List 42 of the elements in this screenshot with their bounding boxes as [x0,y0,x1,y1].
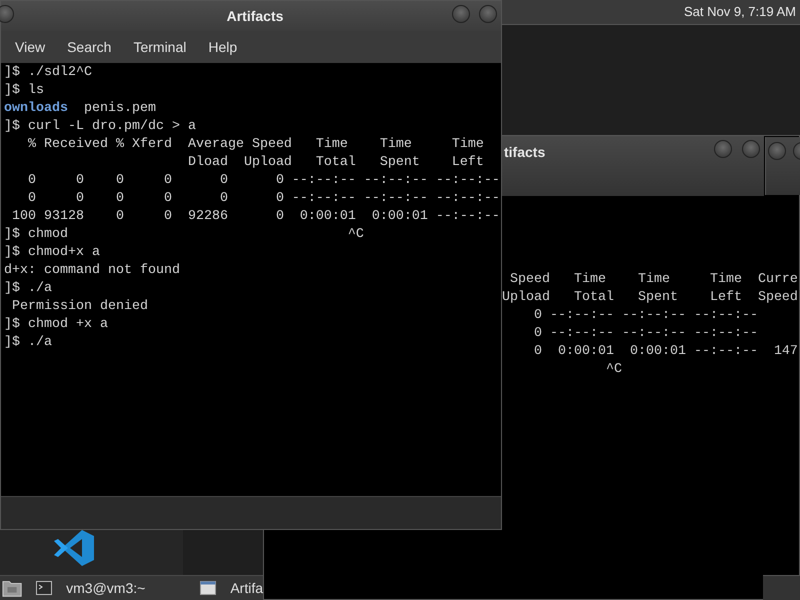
window-title: Artifacts [226,6,284,26]
terminal-line: Upload Total Spent Left Speed [502,289,798,307]
menu-item[interactable]: Terminal [129,36,190,58]
terminal-line: 0 0 0 0 0 0 --:--:-- --:--:-- --:--:-- [26,190,500,208]
terminal-line: 100 93128 0 0 92286 0 0:00:01 0:00:01 --:--:-- [10,208,500,226]
terminal-line: Speed Time Time Time Curre [508,271,798,289]
terminal-line: ]$ ./a [4,280,52,298]
menu-item[interactable]: View [11,36,50,58]
terminal-line: % Received % Xferd Average Speed Time Time Time [26,136,484,154]
terminal-line: 0 --:--:-- --:--:-- --:--:-- [532,307,758,325]
window-button[interactable] [742,140,760,158]
terminal-line: ]$ chmod+x a [4,244,100,262]
terminal-line: ]$ ./sdl2^C [4,64,92,82]
terminal-line: 0 0:00:01 0:00:01 --:--:-- 147 [532,343,798,361]
clock: Sat Nov 9, 7:19 AM [684,3,796,22]
window-button[interactable] [714,140,732,158]
menu-item[interactable]: Help [204,36,242,58]
terminal-icon [36,581,52,595]
terminal-line: ]$ curl -L dro.pm/dc > a [4,118,196,136]
taskbar-item[interactable]: vm3@vm3:~ [36,577,186,599]
terminal-line: d+x: command not found [4,262,180,280]
directory-name: ownloads [4,100,68,118]
window-button[interactable] [479,5,497,23]
terminal-line: penis.pem [82,100,156,118]
code-editor-icon[interactable] [52,530,96,566]
window-button[interactable] [0,5,14,23]
window-title: tifacts [504,143,546,162]
window-button[interactable] [768,142,786,160]
terminal-line: ]$ ./a [4,334,52,352]
terminal-line: ]$ chmod +x a [4,316,108,334]
terminal-line: Dload Upload Total Spent Left [186,154,484,172]
window-button[interactable] [452,5,470,23]
terminal-line: ]$ chmod ^C [4,226,364,244]
terminal-line: ^C [604,361,622,379]
taskbar-item[interactable]: Artifa [200,577,263,599]
window-icon [200,581,216,595]
terminal-line: Permission denied [10,298,148,316]
terminal-line: 0 0 0 0 0 0 --:--:-- --:--:-- --:--:-- [26,172,500,190]
terminal-line: ]$ ls [4,82,44,100]
terminal-line: 0 --:--:-- --:--:-- --:--:-- [532,325,758,343]
folder-icon[interactable] [2,578,22,598]
menu-item[interactable]: Search [63,36,116,58]
